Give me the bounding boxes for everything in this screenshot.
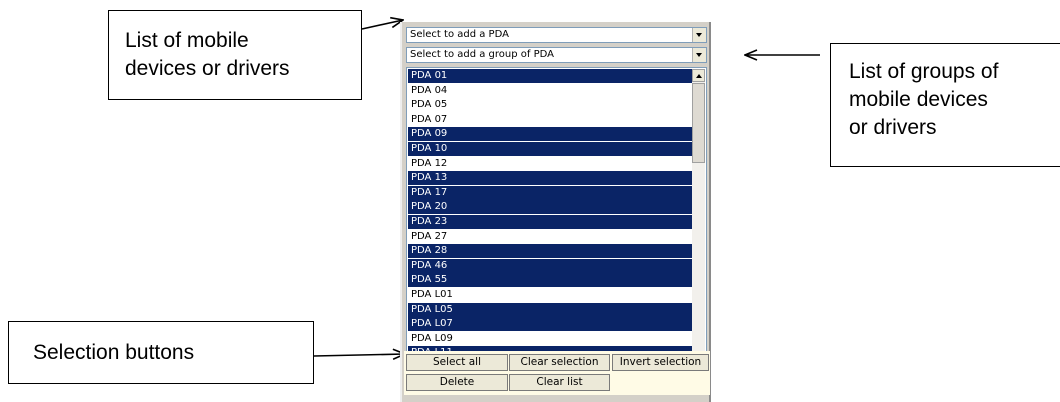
callout-device-list: List of mobile devices or drivers (108, 10, 362, 100)
callout-right-line1: List of groups of (849, 60, 999, 83)
list-item[interactable]: PDA 05 (408, 98, 694, 112)
list-item[interactable]: PDA L05 (408, 302, 694, 317)
callout-right-line3: or drivers (849, 116, 937, 139)
list-item[interactable]: PDA 17 (408, 185, 694, 200)
callout-bottom-text: Selection buttons (33, 341, 195, 364)
list-item[interactable]: PDA 10 (408, 142, 694, 156)
callout-selection-buttons: Selection buttons (8, 321, 314, 384)
pda-listbox[interactable]: PDA 01 PDA 04 PDA 05 PDA 07 PDA 09 PDA 10 PDA … (406, 67, 707, 366)
callout-group-list: List of groups of mobile devices or driv… (830, 43, 1060, 167)
select-all-button[interactable]: Select all (406, 354, 508, 371)
list-item[interactable]: PDA L09 (408, 332, 694, 346)
chevron-down-icon[interactable] (692, 28, 706, 42)
scroll-up-arrow-icon[interactable] (692, 69, 705, 82)
chevron-down-icon[interactable] (692, 48, 706, 62)
list-item[interactable]: PDA 46 (408, 258, 694, 273)
list-item[interactable]: PDA 23 (408, 215, 694, 229)
scrollbar-thumb[interactable] (692, 83, 705, 163)
group-select-value: Select to add a group of PDA (410, 49, 554, 60)
list-item[interactable]: PDA 20 (408, 200, 694, 215)
list-item[interactable]: PDA 12 (408, 157, 694, 171)
list-item[interactable]: PDA 28 (408, 244, 694, 259)
invert-selection-button[interactable]: Invert selection (612, 354, 709, 371)
pda-selection-panel: Select to add a PDA Select to add a grou… (400, 22, 711, 402)
callout-left-line1: List of mobile (125, 29, 249, 52)
list-item[interactable]: PDA 09 (408, 127, 694, 142)
list-scrollbar[interactable] (692, 69, 705, 364)
list-item[interactable]: PDA 04 (408, 84, 694, 98)
arrow-to-selection-buttons (313, 354, 405, 356)
list-item[interactable]: PDA 55 (408, 273, 694, 288)
arrow-to-pda-select (361, 20, 403, 30)
pda-select-value: Select to add a PDA (410, 29, 509, 40)
list-item[interactable]: PDA 01 (408, 69, 694, 83)
list-item[interactable]: PDA 27 (408, 230, 694, 244)
callout-left-line2: devices or drivers (125, 57, 290, 80)
list-item[interactable]: PDA L07 (408, 317, 694, 332)
callout-right-line2: mobile devices (849, 88, 988, 111)
list-item[interactable]: PDA 13 (408, 171, 694, 186)
delete-button[interactable]: Delete (406, 374, 508, 391)
clear-selection-button[interactable]: Clear selection (509, 354, 610, 371)
group-select[interactable]: Select to add a group of PDA (406, 47, 707, 63)
pda-select[interactable]: Select to add a PDA (406, 27, 707, 43)
list-item[interactable]: PDA L01 (408, 288, 694, 302)
clear-list-button[interactable]: Clear list (509, 374, 610, 391)
list-item[interactable]: PDA 07 (408, 113, 694, 127)
